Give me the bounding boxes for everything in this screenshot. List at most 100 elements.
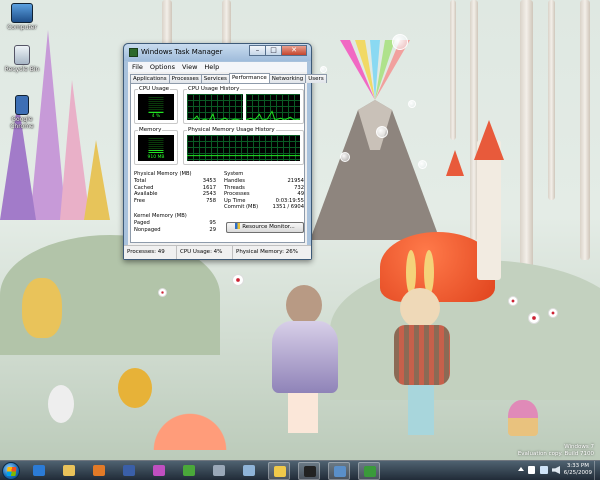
- tab-performance[interactable]: Performance: [228, 73, 270, 83]
- taskbar-button[interactable]: [88, 462, 110, 480]
- taskbar-button[interactable]: [118, 462, 140, 480]
- bubble: [392, 34, 408, 50]
- tab-applications[interactable]: Applications: [130, 74, 170, 83]
- menu-help[interactable]: Help: [204, 62, 219, 72]
- taskbar-button[interactable]: [28, 462, 50, 480]
- memory-group: Memory 910 MB: [134, 127, 178, 165]
- kernel-memory-stats: Kernel Memory (MB) Paged 95 Nonpaged 29: [134, 213, 216, 233]
- task-manager-window[interactable]: Windows Task Manager – □ ✕ File Options …: [123, 43, 327, 260]
- desktop-icon-label: Computer: [7, 24, 37, 31]
- tree-trunk: [450, 0, 456, 140]
- flower: [158, 288, 167, 297]
- watermark-line-2: Evaluation copy. Build 7100: [517, 451, 594, 457]
- memory-meter-fill: [148, 149, 164, 154]
- stat-value: 1351 / 6904: [272, 204, 304, 211]
- title-bar[interactable]: Windows Task Manager – □ ✕: [124, 44, 311, 61]
- cpu-history-group: CPU Usage History: [183, 86, 304, 124]
- pink-plant: [150, 370, 230, 450]
- menu-file[interactable]: File: [132, 62, 143, 72]
- computer-icon: [11, 3, 33, 23]
- taskbar-button[interactable]: [178, 462, 200, 480]
- start-button[interactable]: [2, 462, 20, 480]
- maximize-button[interactable]: □: [265, 45, 282, 56]
- menu-view[interactable]: View: [182, 62, 197, 72]
- stat-label: Free: [134, 197, 146, 204]
- flower: [548, 308, 558, 318]
- network-tray-icon[interactable]: [540, 466, 548, 474]
- resource-monitor-button[interactable]: Resource Monitor...: [226, 222, 304, 233]
- cpu-usage-group: CPU Usage 4 %: [134, 86, 178, 124]
- physical-memory-stats: Physical Memory (MB) Total 3453 Cached 161…: [134, 171, 216, 204]
- taskbar-button[interactable]: [268, 462, 290, 480]
- status-processes: Processes: 49: [127, 249, 165, 255]
- cpu-usage-label: CPU Usage: [138, 86, 171, 93]
- flower: [528, 312, 540, 324]
- status-physical-memory: Physical Memory: 26%: [232, 246, 311, 259]
- clock[interactable]: 3:33 PM 6/25/2009: [564, 463, 592, 477]
- desktop-icon-chrome[interactable]: Google Chrome: [2, 95, 42, 130]
- flower: [232, 274, 244, 286]
- taskbar-button[interactable]: [58, 462, 80, 480]
- stat-value: 758: [206, 197, 216, 204]
- physical-memory-title: Physical Memory (MB): [134, 171, 192, 177]
- taskbar-button[interactable]: [208, 462, 230, 480]
- tower-roof: [474, 120, 504, 160]
- cpu-history-graph-1: [187, 94, 243, 120]
- cpu-history-label: CPU Usage History: [187, 86, 241, 93]
- volume-icon[interactable]: [552, 466, 560, 474]
- bubble: [408, 100, 416, 108]
- doll-character: [22, 278, 62, 338]
- tab-networking[interactable]: Networking: [268, 74, 307, 83]
- connect-icon: [243, 465, 255, 476]
- devices-icon: [213, 465, 225, 476]
- tab-strip: Applications Processes Services Performa…: [130, 73, 327, 83]
- taskbar-button[interactable]: [298, 462, 320, 480]
- memory-history-line: [187, 155, 300, 157]
- performance-panel: CPU Usage 4 % CPU Usage History Memory 9…: [130, 83, 305, 243]
- bubble: [376, 126, 388, 138]
- taskbar-button[interactable]: [148, 462, 170, 480]
- application-icon: [15, 95, 29, 115]
- window-title: Windows Task Manager: [141, 48, 223, 56]
- desktop-icon-label: Google Chrome: [10, 116, 34, 130]
- desktop-icon-computer[interactable]: Computer: [2, 3, 42, 31]
- taskbar-button[interactable]: [358, 462, 380, 480]
- status-cpu-usage: CPU Usage: 4%: [176, 246, 232, 259]
- movie-maker-icon: [123, 465, 135, 476]
- bubble: [340, 152, 350, 162]
- stat-label: Commit (MB): [224, 204, 259, 211]
- show-desktop-button[interactable]: [594, 461, 600, 480]
- desktop-icon-label: Recycle Bin: [4, 66, 40, 73]
- resource-monitor-label: Resource Monitor...: [242, 224, 295, 230]
- xbox-icon: [183, 465, 195, 476]
- tower-roof: [446, 150, 464, 176]
- system-stats: System Handles 21954 Threads 732 Processes…: [224, 171, 304, 210]
- desktop-icon-recycle-bin[interactable]: Recycle Bin: [2, 45, 42, 73]
- menu-options[interactable]: Options: [150, 62, 175, 72]
- bear-character: [268, 285, 343, 435]
- memory-meter: 910 MB: [138, 135, 174, 161]
- system-title: System: [224, 171, 244, 177]
- recycle-bin-icon: [14, 45, 30, 65]
- close-button[interactable]: ✕: [281, 45, 307, 56]
- cpu-history-line: [246, 110, 300, 120]
- status-bar: Processes: 49 CPU Usage: 4% Physical Mem…: [124, 245, 311, 259]
- evaluation-watermark: Windows 7 Evaluation copy. Build 7100: [518, 444, 594, 458]
- tab-users[interactable]: Users: [305, 74, 327, 83]
- tab-services[interactable]: Services: [200, 74, 230, 83]
- bubble: [320, 66, 327, 73]
- kernel-memory-title: Kernel Memory (MB): [134, 213, 187, 219]
- chicken-character: [48, 385, 74, 423]
- taskbar-button[interactable]: [238, 462, 260, 480]
- media-player-icon: [93, 465, 105, 476]
- tab-processes[interactable]: Processes: [168, 74, 202, 83]
- task-manager-icon: [129, 48, 138, 57]
- stat-value: 29: [209, 226, 216, 233]
- minimize-button[interactable]: –: [249, 45, 266, 56]
- flag-icon[interactable]: [528, 466, 535, 474]
- taskbar-button[interactable]: [328, 462, 350, 480]
- memory-meter-value: 910 MB: [147, 155, 165, 160]
- tray-arrow-icon[interactable]: [518, 467, 524, 471]
- menu-bar: File Options View Help: [128, 62, 307, 72]
- tree-trunk: [548, 0, 555, 200]
